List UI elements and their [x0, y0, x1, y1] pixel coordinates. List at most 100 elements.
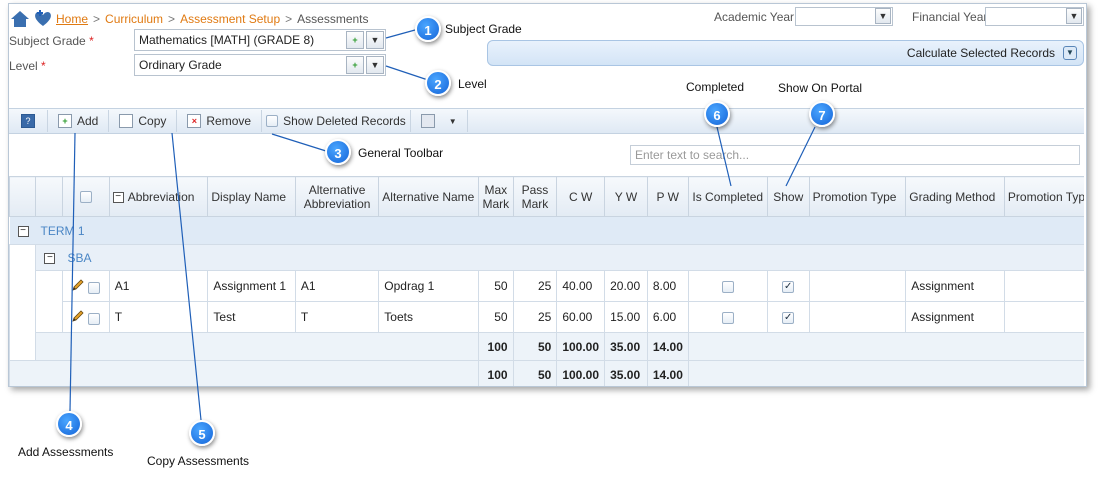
cell-is-completed: [687, 270, 768, 302]
chevron-down-icon[interactable]: ▼: [1063, 46, 1077, 60]
copy-button[interactable]: Copy: [109, 110, 178, 132]
academic-year-select[interactable]: ▼: [795, 7, 893, 26]
calculate-selected-records-bar[interactable]: Calculate Selected Records ▼: [487, 40, 1084, 66]
calculate-label: Calculate Selected Records: [906, 46, 1055, 60]
chevron-down-icon[interactable]: ▼: [1066, 8, 1082, 24]
export-icon: [420, 114, 435, 128]
row-select-checkbox[interactable]: [88, 282, 101, 295]
favorite-heart-icon[interactable]: [33, 10, 53, 28]
breadcrumb-curriculum-link[interactable]: Curriculum: [105, 12, 163, 26]
column-header-pw[interactable]: P W: [646, 176, 689, 217]
cell-max-mark: 50: [478, 270, 514, 302]
callout-label-4: Add Assessments: [18, 445, 114, 459]
cell-alt-name: Toets: [378, 301, 479, 333]
column-header-show[interactable]: Show: [766, 176, 810, 217]
export-menu-button[interactable]: ▼: [411, 110, 468, 132]
level-label: Level *: [9, 59, 46, 73]
chevron-down-icon[interactable]: ▼: [449, 117, 457, 126]
search-input[interactable]: Enter text to search...: [630, 145, 1080, 165]
completed-checkbox[interactable]: [721, 311, 734, 324]
breadcrumb-assessment-setup-link[interactable]: Assessment Setup: [180, 12, 280, 26]
callout-badge-5: 5: [189, 420, 215, 446]
show-checkbox-checked[interactable]: ✓: [782, 280, 795, 293]
cell-promotion-type: [808, 301, 907, 333]
chevron-down-icon[interactable]: ▼: [366, 56, 384, 74]
collapse-icon[interactable]: −: [112, 191, 124, 203]
subtotal-max-mark: 100: [478, 332, 514, 361]
home-icon[interactable]: [10, 10, 30, 28]
general-toolbar: ? + Add Copy × Remove Show Deleted Recor…: [9, 108, 1084, 134]
show-checkbox-checked[interactable]: ✓: [782, 311, 795, 324]
column-header-promotion-type[interactable]: Promotion Type: [808, 176, 907, 217]
row-actions: [61, 301, 110, 333]
group-sba-label: SBA: [67, 250, 92, 265]
table-row[interactable]: T Test T Toets 50 25 60.00 15.00 6.00 ✓ …: [9, 301, 1084, 333]
row-select-checkbox[interactable]: [88, 313, 101, 326]
column-header-abbreviation[interactable]: − Abbreviation: [108, 176, 209, 217]
edit-pencil-icon[interactable]: [71, 278, 85, 292]
select-all-header[interactable]: [61, 176, 110, 217]
column-header-promotion-type-2[interactable]: Promotion Typ: [1003, 176, 1084, 217]
cell-grading-method: Assignment: [905, 270, 1005, 302]
group-row-term[interactable]: − TERM 1: [9, 216, 1084, 245]
chevron-down-icon[interactable]: ▼: [366, 31, 384, 49]
breadcrumb-home-link[interactable]: Home: [56, 12, 88, 26]
edit-pencil-icon[interactable]: [71, 309, 85, 323]
row-actions: [61, 270, 110, 302]
select-all-checkbox[interactable]: [79, 191, 92, 204]
cell-alt-name: Opdrag 1: [378, 270, 479, 302]
table-row[interactable]: A1 Assignment 1 A1 Opdrag 1 50 25 40.00 …: [9, 270, 1084, 302]
chevron-down-icon[interactable]: ▼: [875, 8, 891, 24]
add-new-icon[interactable]: +: [346, 56, 364, 74]
collapse-icon[interactable]: −: [44, 252, 56, 264]
callout-label-7: Show On Portal: [778, 81, 863, 95]
cell-show: ✓: [766, 270, 810, 302]
max-mark-header-line1: Max: [484, 182, 508, 197]
search-placeholder: Enter text to search...: [635, 148, 750, 162]
collapse-icon[interactable]: −: [17, 225, 29, 237]
financial-year-label: Financial Year: [912, 10, 988, 24]
column-header-alternative-abbreviation[interactable]: Alternative Abbreviation: [294, 176, 380, 217]
column-header-is-completed[interactable]: Is Completed: [687, 176, 768, 217]
subject-grade-select[interactable]: Mathematics [MATH] (GRADE 8) + ▼: [134, 29, 386, 51]
remove-button-label: Remove: [206, 114, 252, 128]
column-header-display-name[interactable]: Display Name: [207, 176, 296, 217]
subtotal-cw: 100.00: [556, 332, 606, 361]
column-header-spacer: [35, 176, 63, 217]
completed-checkbox[interactable]: [721, 280, 734, 293]
add-new-icon[interactable]: +: [346, 31, 364, 49]
subject-grade-value: Mathematics [MATH] (GRADE 8): [139, 33, 315, 47]
add-document-icon: +: [58, 114, 72, 128]
add-button[interactable]: + Add: [48, 110, 110, 132]
column-header-alternative-name[interactable]: Alternative Name: [378, 176, 479, 217]
callout-badge-2: 2: [425, 70, 451, 96]
column-header-max-mark[interactable]: Max Mark: [478, 176, 514, 217]
cell-alt-abbreviation: A1: [294, 270, 380, 302]
cell-abbreviation: A1: [108, 270, 209, 302]
alt-abbr-header-line1: Alternative: [308, 182, 366, 197]
cell-yw: 15.00: [604, 301, 648, 333]
cell-promotion-type-2: [1003, 301, 1084, 333]
group-row-sba[interactable]: − SBA: [9, 244, 1084, 271]
cell-promotion-type: [808, 270, 907, 302]
column-header-cw[interactable]: C W: [556, 176, 606, 217]
cell-pw: 6.00: [646, 301, 689, 333]
remove-button[interactable]: × Remove: [177, 110, 263, 132]
show-deleted-checkbox[interactable]: [266, 115, 279, 127]
cell-max-mark: 50: [478, 301, 514, 333]
help-button[interactable]: ?: [9, 110, 48, 132]
column-header-pass-mark[interactable]: Pass Mark: [512, 176, 558, 217]
callout-label-1: Subject Grade: [445, 22, 522, 36]
column-header-yw[interactable]: Y W: [604, 176, 648, 217]
total-row: 100 50 100.00 35.00 14.00: [9, 360, 1084, 386]
level-select[interactable]: Ordinary Grade + ▼: [134, 54, 386, 76]
assessments-grid: − Abbreviation Display Name Alternative Ab…: [9, 176, 1084, 386]
show-deleted-records-toggle[interactable]: Show Deleted Records: [262, 110, 411, 132]
callout-label-3: General Toolbar: [358, 146, 444, 160]
breadcrumb-separator: >: [168, 12, 176, 26]
total-max-mark: 100: [478, 360, 514, 386]
total-yw: 35.00: [604, 360, 648, 386]
financial-year-select[interactable]: ▼: [985, 7, 1084, 26]
column-header-grading-method[interactable]: Grading Method: [905, 176, 1005, 217]
subtotal-yw: 35.00: [604, 332, 648, 361]
